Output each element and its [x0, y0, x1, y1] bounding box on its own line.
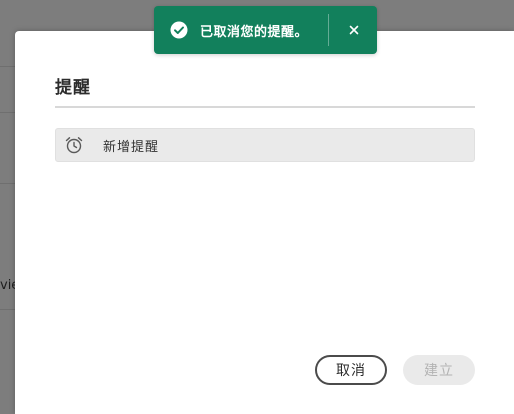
toast-message: 已取消您的提醒。: [200, 24, 309, 40]
toast-notification: 已取消您的提醒。: [154, 6, 377, 54]
cancel-button[interactable]: 取消: [315, 355, 387, 385]
toast-separator: [328, 14, 329, 46]
close-icon[interactable]: [342, 18, 366, 42]
background-partial-text: viet: [0, 278, 15, 293]
check-circle-icon: [170, 21, 188, 39]
reminder-dialog: 提醒 新增提醒 取消 建立: [15, 31, 514, 414]
create-button[interactable]: 建立: [403, 355, 475, 385]
add-reminder-label: 新增提醒: [103, 139, 160, 155]
dialog-title: 提醒: [55, 78, 91, 98]
alarm-clock-icon: [64, 135, 84, 155]
add-reminder-button[interactable]: 新增提醒: [55, 128, 475, 162]
dialog-title-divider: [55, 106, 475, 108]
